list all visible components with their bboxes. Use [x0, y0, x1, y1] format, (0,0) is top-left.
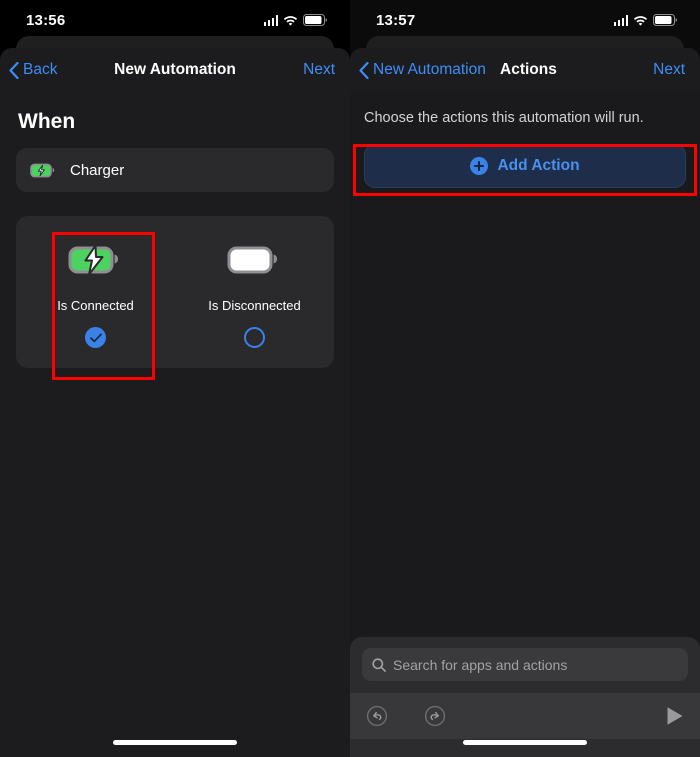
- wifi-icon: [633, 15, 648, 26]
- trigger-row-charger[interactable]: Charger: [16, 148, 334, 192]
- cellular-signal-icon: [614, 15, 629, 26]
- nav-bar-right: New Automation Actions Next: [350, 48, 700, 92]
- search-icon: [372, 658, 386, 672]
- choice-is-connected[interactable]: Is Connected: [16, 216, 175, 368]
- battery-charging-icon: [68, 243, 124, 275]
- status-icons: [264, 14, 329, 26]
- chevron-left-icon: [359, 62, 369, 79]
- next-button[interactable]: Next: [303, 61, 350, 79]
- left-content: When Charger: [0, 92, 350, 757]
- home-indicator: [113, 740, 237, 745]
- choice-label: Is Connected: [57, 298, 134, 313]
- action-picker-panel: Search for apps and actions: [350, 637, 700, 757]
- add-action-button[interactable]: Add Action: [364, 144, 686, 188]
- page-title: Actions: [500, 61, 557, 79]
- status-time: 13:56: [26, 12, 65, 29]
- redo-icon[interactable]: [424, 705, 446, 727]
- back-button-label: Back: [23, 61, 57, 79]
- next-button[interactable]: Next: [653, 61, 700, 79]
- checkmark-icon: [90, 333, 102, 343]
- editor-toolbar: [350, 693, 700, 739]
- trigger-row-label: Charger: [70, 162, 124, 179]
- search-wrap: Search for apps and actions: [350, 637, 700, 693]
- battery-icon: [303, 14, 328, 26]
- when-heading: When: [18, 110, 350, 134]
- battery-charging-icon: [30, 163, 56, 178]
- checkmark-circle-filled-icon[interactable]: [85, 327, 106, 348]
- status-bar-left: 13:56: [0, 0, 350, 40]
- right-content: Choose the actions this automation will …: [350, 92, 700, 757]
- chevron-left-icon: [9, 62, 19, 79]
- plus-circle-icon: [470, 157, 488, 175]
- play-icon[interactable]: [666, 706, 684, 726]
- status-bar-right: 13:57: [350, 0, 700, 40]
- home-indicator: [463, 740, 587, 745]
- add-action-label: Add Action: [497, 157, 579, 175]
- battery-empty-icon: [227, 243, 283, 275]
- cellular-signal-icon: [264, 15, 279, 26]
- right-phone-screen: 13:57 New Auto: [350, 0, 700, 757]
- choice-is-disconnected[interactable]: Is Disconnected: [175, 216, 334, 368]
- nav-bar-left: Back New Automation Next: [0, 48, 350, 92]
- battery-icon: [653, 14, 678, 26]
- undo-icon[interactable]: [366, 705, 388, 727]
- left-phone-screen: 13:56 Back: [0, 0, 350, 757]
- actions-subtitle: Choose the actions this automation will …: [364, 110, 700, 126]
- choice-label: Is Disconnected: [208, 298, 301, 313]
- status-time: 13:57: [376, 12, 415, 29]
- circle-outline-icon[interactable]: [244, 327, 265, 348]
- search-placeholder: Search for apps and actions: [393, 657, 567, 673]
- dual-phone-screenshot: 13:56 Back: [0, 0, 700, 757]
- choice-icon-wrap: [227, 236, 283, 282]
- search-input[interactable]: Search for apps and actions: [362, 648, 688, 681]
- back-button[interactable]: New Automation: [350, 61, 486, 79]
- back-button-label: New Automation: [373, 61, 486, 79]
- back-button[interactable]: Back: [0, 61, 57, 79]
- wifi-icon: [283, 15, 298, 26]
- trigger-state-choices: Is Connected Is Disconnected: [16, 216, 334, 368]
- status-icons: [614, 14, 679, 26]
- choice-icon-wrap: [68, 236, 124, 282]
